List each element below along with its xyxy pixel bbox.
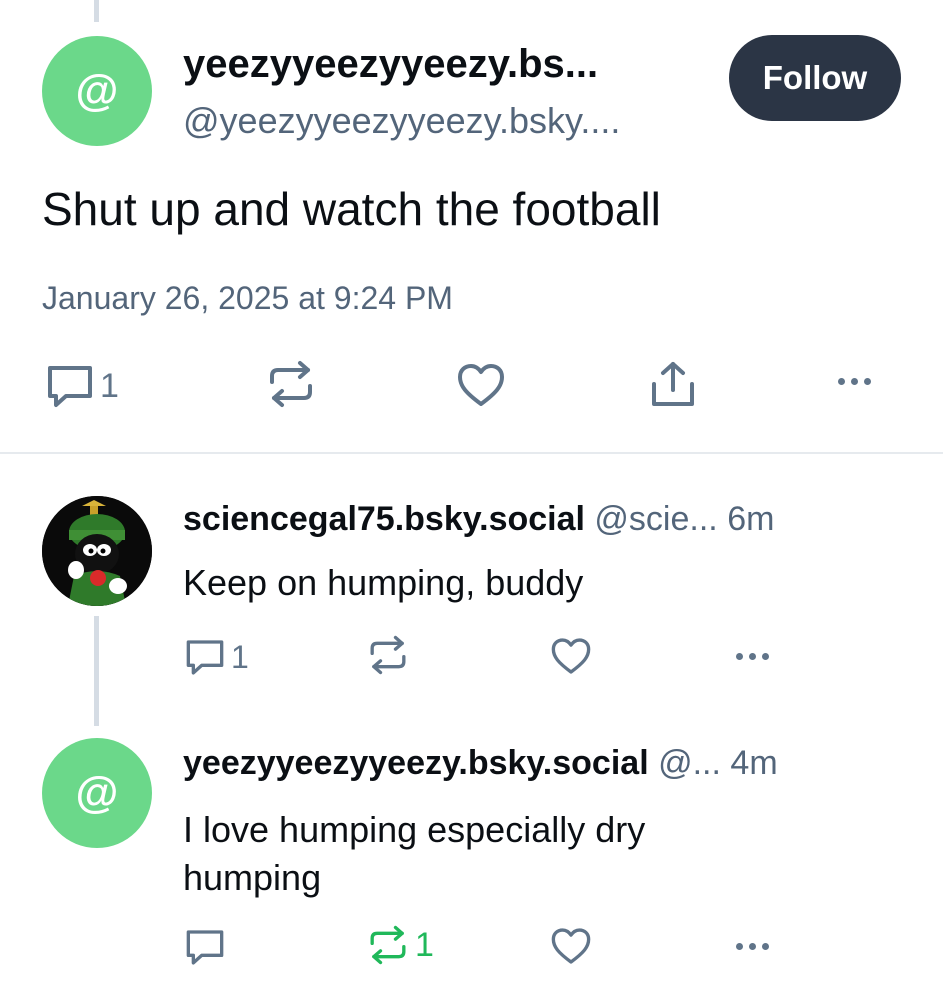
- reply-count: 1: [100, 366, 119, 405]
- more-icon-dot: [749, 943, 756, 950]
- like-button[interactable]: [550, 926, 592, 966]
- author-handle[interactable]: @scie...: [594, 500, 717, 538]
- at-icon: @: [75, 768, 119, 817]
- author-display-name[interactable]: yeezyyeezyyeezy.bs...: [183, 42, 598, 87]
- repost-button[interactable]: 1: [367, 925, 434, 965]
- avatar[interactable]: @: [42, 738, 152, 848]
- author-handle[interactable]: @yeezyyeezyyeezy.bsky....: [183, 100, 620, 142]
- more-options-button[interactable]: [838, 378, 871, 385]
- like-button[interactable]: [456, 362, 506, 408]
- author-display-name[interactable]: yeezyyeezyyeezy.bsky.social: [183, 744, 649, 782]
- post-text: Shut up and watch the football: [42, 183, 661, 235]
- repost-icon: [370, 635, 406, 675]
- at-icon: @: [75, 66, 119, 115]
- comment-icon: [186, 640, 224, 675]
- reply-text: I love humping especially dry humping: [183, 806, 645, 902]
- more-icon-dot: [749, 653, 756, 660]
- more-icon-dot: [851, 378, 858, 385]
- thread-line: [94, 616, 99, 726]
- more-icon-dot: [838, 378, 845, 385]
- repost-button[interactable]: [266, 360, 316, 408]
- reply-header: sciencegal75.bsky.social @scie... 6m: [183, 500, 774, 539]
- marvin-avatar-icon: [42, 496, 152, 606]
- author-handle[interactable]: @...: [658, 744, 721, 782]
- repost-button[interactable]: [367, 635, 409, 675]
- reply-text-line: humping: [183, 857, 322, 898]
- heart-icon: [458, 364, 504, 406]
- like-button[interactable]: [550, 636, 592, 676]
- more-options-button[interactable]: [736, 653, 769, 660]
- repost-icon: [270, 361, 312, 407]
- more-icon-dot: [762, 943, 769, 950]
- reply-button[interactable]: [185, 928, 231, 966]
- comment-icon: [186, 930, 224, 965]
- heart-icon: [551, 638, 591, 674]
- more-icon-dot: [762, 653, 769, 660]
- reply-button[interactable]: 1: [185, 638, 249, 676]
- divider: [0, 452, 943, 454]
- heart-icon: [551, 928, 591, 964]
- reply-header: yeezyyeezyyeezy.bsky.social @... 4m: [183, 744, 778, 783]
- more-icon-dot: [736, 943, 743, 950]
- reply-button[interactable]: 1: [46, 364, 119, 408]
- more-icon-dot: [736, 653, 743, 660]
- avatar[interactable]: [42, 496, 152, 606]
- reply-text: Keep on humping, buddy: [183, 562, 584, 603]
- author-display-name[interactable]: sciencegal75.bsky.social: [183, 500, 585, 538]
- avatar[interactable]: @: [42, 36, 152, 146]
- post-time: 6m: [727, 500, 775, 538]
- more-options-button[interactable]: [736, 943, 769, 950]
- follow-button[interactable]: Follow: [729, 35, 901, 121]
- reply-text-line: I love humping especially dry: [183, 809, 646, 850]
- share-button[interactable]: [650, 360, 696, 408]
- reply-count: 1: [231, 638, 249, 675]
- post-timestamp: January 26, 2025 at 9:24 PM: [42, 280, 453, 316]
- more-icon-dot: [864, 378, 871, 385]
- thread-line-top: [94, 0, 99, 22]
- share-icon: [652, 362, 694, 406]
- repost-count: 1: [415, 925, 434, 964]
- repost-icon: [370, 925, 406, 965]
- comment-icon: [48, 366, 92, 407]
- post-time: 4m: [730, 744, 778, 782]
